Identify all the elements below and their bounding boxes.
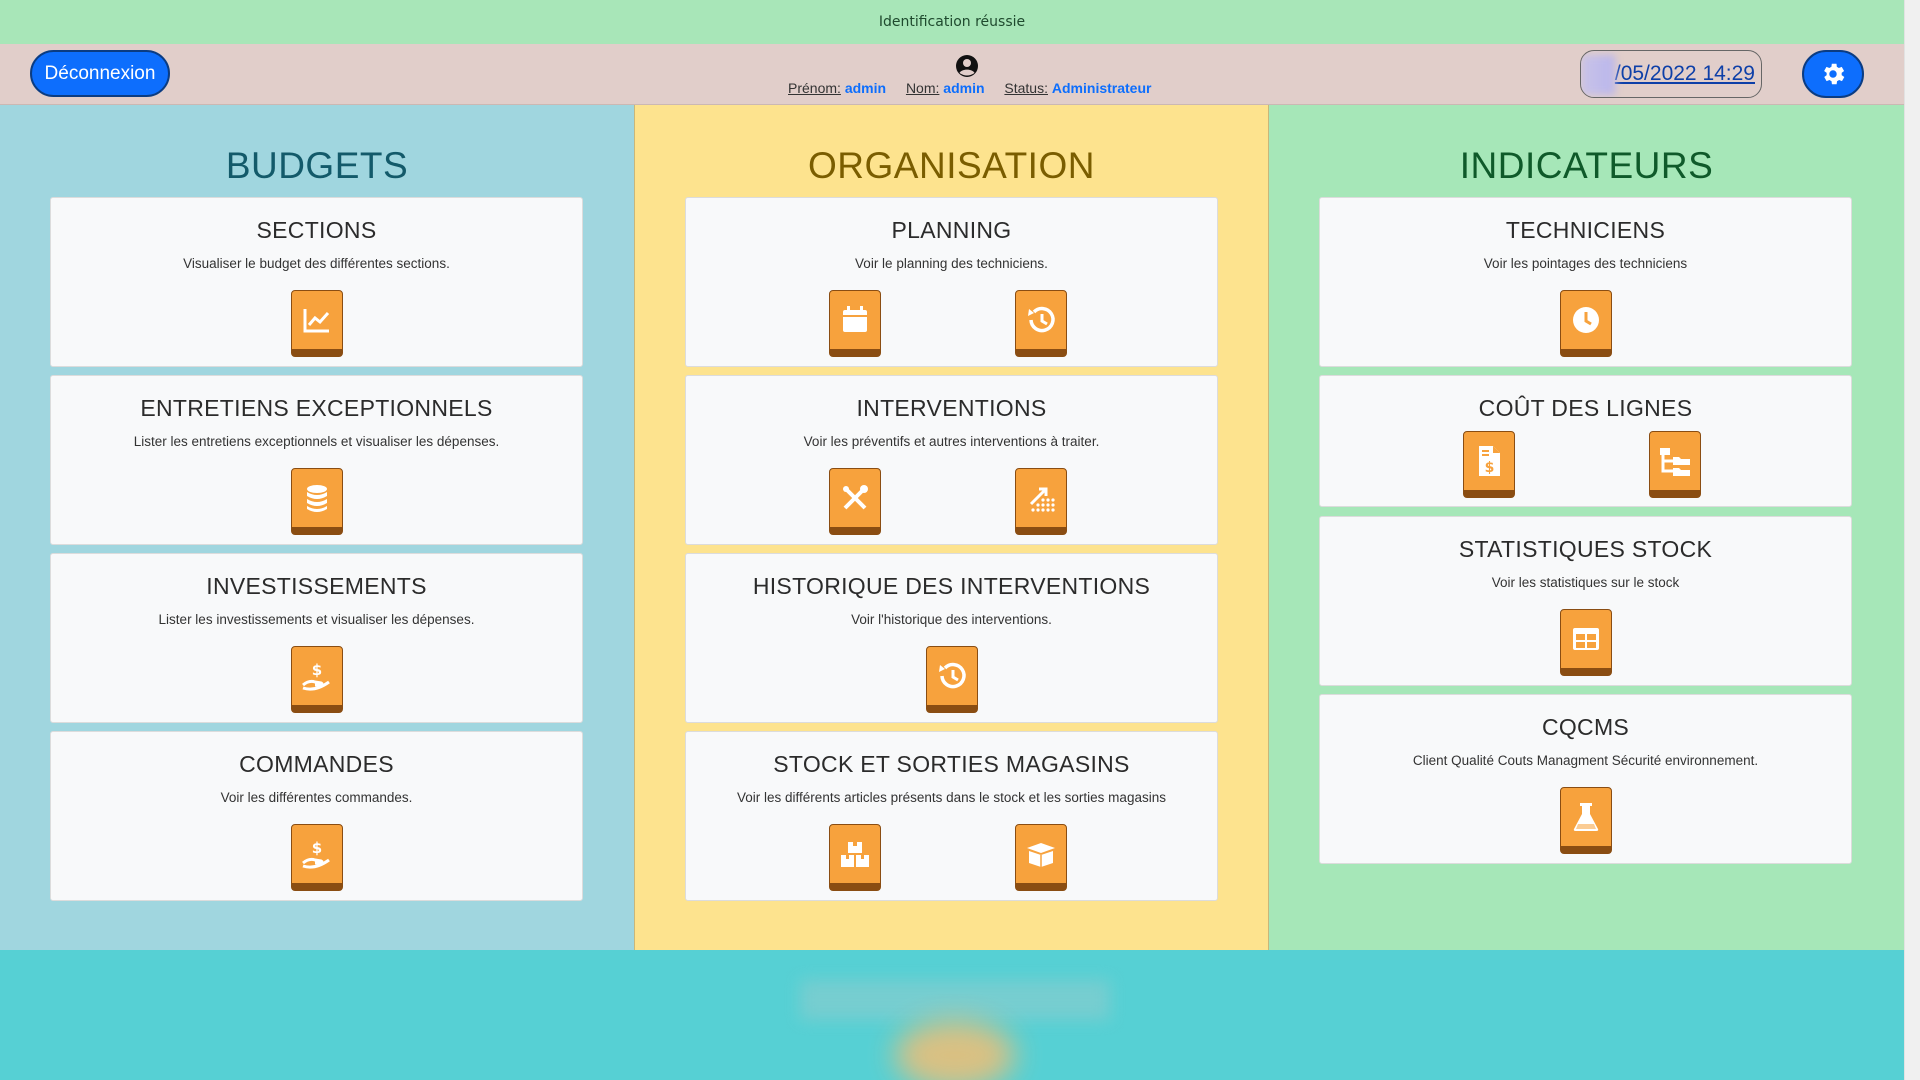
card-description: Voir les différentes commandes. <box>220 790 413 805</box>
card-entretiens-exceptionnels: ENTRETIENS EXCEPTIONNELS Lister les entr… <box>50 375 583 545</box>
card-description: Voir les pointages des techniciens <box>1483 256 1688 271</box>
footer <box>0 950 1904 1080</box>
datetime-link[interactable]: /05/2022 14:29 <box>1580 50 1762 98</box>
card-title: COÛT DES LIGNES <box>1478 395 1693 421</box>
card-title: INVESTISSEMENTS <box>206 573 427 599</box>
planning-history-button[interactable] <box>1015 290 1067 357</box>
table-icon <box>1573 628 1599 650</box>
planning-calendar-button[interactable] <box>829 290 881 357</box>
blurred-region <box>895 1020 1015 1080</box>
flask-icon <box>1573 803 1599 831</box>
card-title: HISTORIQUE DES INTERVENTIONS <box>752 573 1151 599</box>
card-sections: SECTIONS Visualiser le budget des différ… <box>50 197 583 367</box>
historique-button[interactable] <box>926 646 978 713</box>
hand-dollar-icon: $ <box>302 661 330 691</box>
column-organisation: ORGANISATION PLANNING Voir le planning d… <box>634 105 1269 950</box>
cout-tree-button[interactable] <box>1649 431 1701 498</box>
chart-line-icon <box>303 309 330 333</box>
column-title: INDICATEURS <box>1459 145 1714 186</box>
stock-exits-button[interactable] <box>1015 824 1067 891</box>
datetime-text: /05/2022 14:29 <box>1614 62 1755 85</box>
card-interventions: INTERVENTIONS Voir les préventifs et aut… <box>685 375 1218 545</box>
open-box-icon <box>1027 843 1055 867</box>
folder-tree-icon <box>1660 448 1690 476</box>
card-description: Lister les entretiens exceptionnels et v… <box>133 434 500 449</box>
card-planning: PLANNING Voir le planning des technicien… <box>685 197 1218 367</box>
card-stock-sorties: STOCK ET SORTIES MAGASINS Voir les diffé… <box>685 731 1218 901</box>
card-historique-interventions: HISTORIQUE DES INTERVENTIONS Voir l'hist… <box>685 553 1218 723</box>
success-alert: Identification réussie <box>0 0 1904 44</box>
card-description: Voir le planning des techniciens. <box>855 256 1048 271</box>
card-title: CQCMS <box>1541 714 1630 740</box>
card-description: Voir les préventifs et autres interventi… <box>803 434 1100 449</box>
card-techniciens: TECHNICIENS Voir les pointages des techn… <box>1319 197 1852 367</box>
svg-text:$: $ <box>312 661 322 679</box>
card-title: COMMANDES <box>239 751 394 777</box>
cout-invoice-button[interactable]: $ <box>1463 431 1515 498</box>
column-title: BUDGETS <box>225 145 409 186</box>
invoice-dollar-icon: $ <box>1479 446 1500 476</box>
svg-text:$: $ <box>1485 460 1495 476</box>
blurred-region <box>1581 55 1615 95</box>
cqcms-button[interactable] <box>1560 787 1612 854</box>
column-title: ORGANISATION <box>808 145 1095 186</box>
trend-arrow-icon <box>1029 487 1055 512</box>
statistiques-button[interactable] <box>1560 609 1612 676</box>
card-title: PLANNING <box>891 217 1012 243</box>
blurred-region <box>800 980 1110 1020</box>
settings-button[interactable] <box>1802 50 1864 98</box>
svg-text:$: $ <box>312 839 322 857</box>
card-investissements: INVESTISSEMENTS Lister les investissemen… <box>50 553 583 723</box>
logout-button[interactable]: Déconnexion <box>30 50 170 97</box>
firstname-value: admin <box>844 80 887 96</box>
boxes-icon <box>841 842 869 867</box>
card-description: Client Qualité Couts Managment Sécurité … <box>1412 753 1759 768</box>
card-description: Voir les différents articles présents da… <box>737 790 1166 805</box>
gear-icon <box>1824 63 1845 85</box>
status-value: Administrateur <box>1051 80 1152 96</box>
hand-dollar-icon: $ <box>302 839 330 869</box>
interventions-trend-button[interactable] <box>1015 468 1067 535</box>
card-title: STOCK ET SORTIES MAGASINS <box>773 751 1130 777</box>
card-commandes: COMMANDES Voir les différentes commandes… <box>50 731 583 901</box>
card-title: STATISTIQUES STOCK <box>1458 536 1713 562</box>
firstname-label: Prénom: <box>788 80 841 96</box>
card-description: Visualiser le budget des différentes sec… <box>183 256 450 271</box>
column-budgets: BUDGETS SECTIONS Visualiser le budget de… <box>0 105 634 950</box>
clock-icon <box>1573 307 1599 333</box>
interventions-tools-button[interactable] <box>829 468 881 535</box>
investissements-button[interactable]: $ <box>291 646 343 713</box>
entretiens-button[interactable] <box>291 468 343 535</box>
stock-boxes-button[interactable] <box>829 824 881 891</box>
alert-message: Identification réussie <box>878 14 1026 30</box>
vertical-scrollbar[interactable] <box>1904 0 1920 1080</box>
card-description: Lister les investissements et visualiser… <box>158 612 475 627</box>
card-title: TECHNICIENS <box>1505 217 1666 243</box>
card-title: ENTRETIENS EXCEPTIONNELS <box>140 395 493 421</box>
card-cout-des-lignes: COÛT DES LIGNES $ <box>1319 375 1852 507</box>
card-title: SECTIONS <box>256 217 377 243</box>
commandes-button[interactable]: $ <box>291 824 343 891</box>
column-indicateurs: INDICATEURS TECHNICIENS Voir les pointag… <box>1269 105 1904 950</box>
calendar-icon <box>843 306 867 332</box>
card-cqcms: CQCMS Client Qualité Couts Managment Séc… <box>1319 694 1852 864</box>
coins-stack-icon <box>307 485 327 512</box>
card-description: Voir les statistiques sur le stock <box>1491 575 1680 590</box>
techniciens-button[interactable] <box>1560 290 1612 357</box>
history-icon <box>939 662 966 689</box>
history-icon <box>1028 306 1055 333</box>
user-info: Prénom: admin Nom: admin Status: Adminis… <box>788 80 1167 96</box>
card-statistiques-stock: STATISTIQUES STOCK Voir les statistiques… <box>1319 516 1852 686</box>
card-description: Voir l'historique des interventions. <box>851 612 1052 627</box>
card-title: INTERVENTIONS <box>856 395 1047 421</box>
user-circle-icon <box>956 55 978 77</box>
sections-button[interactable] <box>291 290 343 357</box>
tools-icon <box>843 485 868 510</box>
top-bar: Déconnexion Prénom: admin Nom: admin Sta… <box>0 44 1904 105</box>
lastname-label: Nom: <box>905 80 940 96</box>
lastname-value: admin <box>943 80 985 96</box>
status-label: Status: <box>1004 80 1048 96</box>
